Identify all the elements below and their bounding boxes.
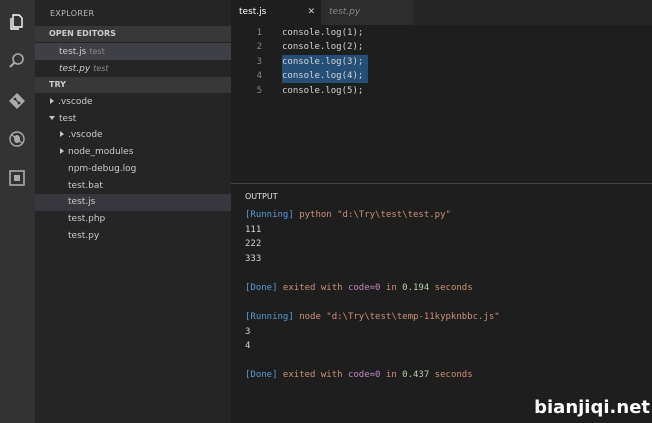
output-line: 333 <box>245 254 262 264</box>
code-editor[interactable]: 1 console.log(1); 2 console.log(2); 3 conso… <box>231 25 652 183</box>
output-line: 222 <box>245 239 262 249</box>
activity-bar <box>0 0 35 423</box>
explorer-sidebar: EXPLORER OPEN EDITORS test.js test test.p… <box>35 0 231 423</box>
tree-item-file-selected[interactable]: test.js <box>35 194 231 211</box>
git-icon[interactable] <box>6 90 28 112</box>
tab-bar: test.js ✕ test.py <box>231 0 652 25</box>
tree-item-folder[interactable]: test <box>35 111 231 128</box>
code-line: 5 console.log(5); <box>256 86 364 96</box>
output-line: 111 <box>245 225 262 235</box>
open-editors-header[interactable]: OPEN EDITORS <box>35 26 231 42</box>
search-icon[interactable] <box>6 50 28 72</box>
tree-item-folder[interactable]: .vscode <box>35 127 231 144</box>
output-line: [Running] python "d:\Try\test\test.py" <box>245 210 451 220</box>
code-line-selected: 4 console.log(4); <box>231 69 652 83</box>
open-editor-item[interactable]: test.py test <box>35 60 231 77</box>
output-line: [Running] node "d:\Try\test\temp-11kypkn… <box>245 312 500 322</box>
explorer-title: EXPLORER <box>50 9 95 18</box>
tree-item-folder[interactable]: .vscode <box>35 94 231 111</box>
tab-test-js[interactable]: test.js ✕ <box>231 0 321 25</box>
code-line: 1 console.log(1); <box>256 28 364 38</box>
tab-test-py[interactable]: test.py <box>321 0 413 25</box>
code-line-selected: 3 console.log(3); <box>231 55 652 69</box>
watermark: bianjiqi.net <box>534 397 650 418</box>
tree-item-file[interactable]: test.py <box>35 228 231 245</box>
output-line: [Done] exited with code=0 in 0.437 secon… <box>245 370 473 380</box>
debug-icon[interactable] <box>6 128 28 150</box>
output-panel: OUTPUT [Running] python "d:\Try\test\tes… <box>231 184 652 423</box>
output-title[interactable]: OUTPUT <box>245 192 278 201</box>
close-icon[interactable]: ✕ <box>307 0 315 25</box>
files-icon[interactable] <box>6 11 28 33</box>
folder-header[interactable]: TRY <box>35 77 231 93</box>
output-line: [Done] exited with code=0 in 0.194 secon… <box>245 283 473 293</box>
output-line: 4 <box>245 341 251 351</box>
extensions-icon[interactable] <box>6 167 28 189</box>
chevron-right-icon <box>60 147 64 154</box>
tree-item-file[interactable]: npm-debug.log <box>35 161 231 178</box>
chevron-right-icon <box>60 130 64 137</box>
open-editor-item[interactable]: test.js test <box>35 43 231 60</box>
tree-item-file[interactable]: test.bat <box>35 178 231 195</box>
chevron-right-icon <box>50 97 54 104</box>
tree-item-folder[interactable]: node_modules <box>35 144 231 161</box>
tree-item-file[interactable]: test.php <box>35 211 231 228</box>
chevron-down-icon <box>49 115 55 120</box>
output-line: 3 <box>245 327 251 337</box>
code-line: 2 console.log(2); <box>256 42 364 52</box>
